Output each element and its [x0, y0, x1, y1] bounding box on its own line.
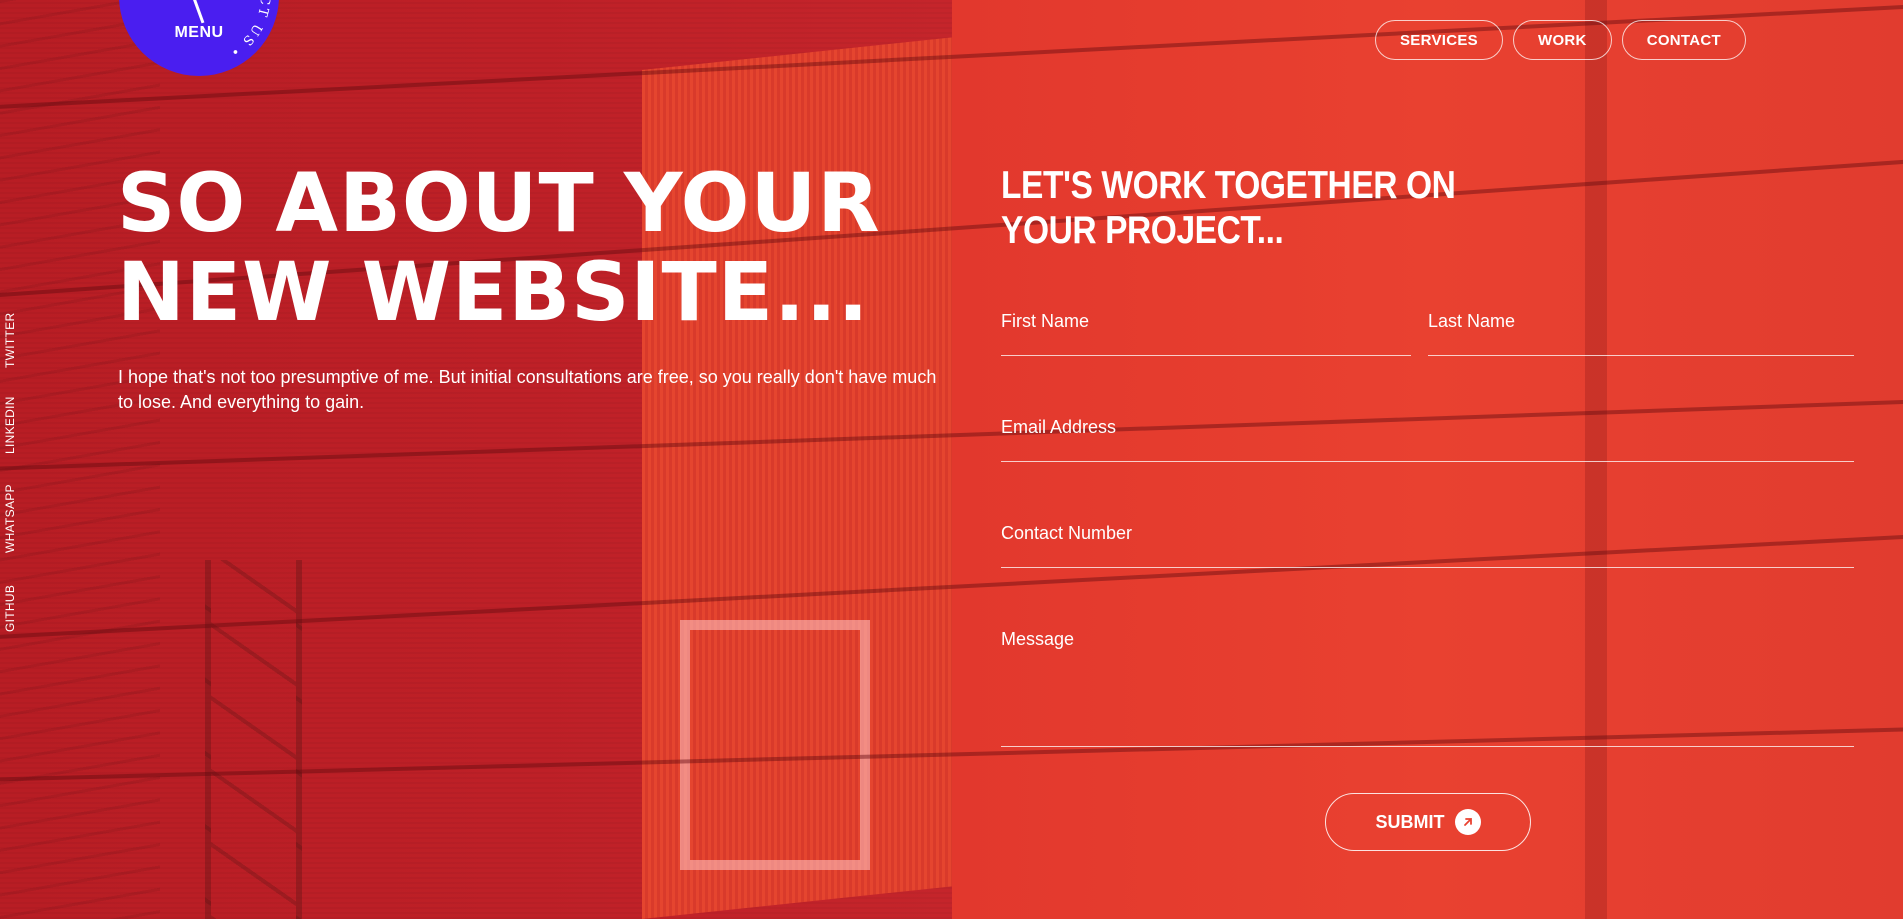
form-title-line-2: YOUR PROJECT... [1001, 209, 1284, 252]
last-name-placeholder: Last Name [1428, 311, 1516, 331]
submit-button[interactable]: SUBMIT [1325, 793, 1531, 851]
hero-title: SO ABOUT YOUR NEW WEBSITE... [117, 160, 947, 338]
hero-title-line-2: NEW WEBSITE... [117, 246, 870, 340]
first-name-placeholder: First Name [1001, 311, 1090, 331]
social-github-link[interactable]: GITHUB [3, 585, 17, 632]
hero-title-line-1: SO ABOUT YOUR [117, 157, 881, 251]
contact-number-field[interactable]: Contact Number [1001, 523, 1854, 568]
top-nav: SERVICES WORK CONTACT [1374, 20, 1746, 60]
hero-body: I hope that's not too presumptive of me.… [118, 367, 937, 412]
first-name-field[interactable]: First Name [1001, 311, 1411, 356]
social-linkedin-link[interactable]: LINKEDIN [3, 396, 17, 454]
arrow-up-right-icon [1454, 809, 1481, 835]
last-name-field[interactable]: Last Name [1428, 311, 1854, 356]
background-sign-glyph [680, 620, 870, 870]
email-field[interactable]: Email Address [1001, 417, 1854, 462]
contact-number-placeholder: Contact Number [1001, 523, 1133, 543]
social-whatsapp-link[interactable]: WHATSAPP [3, 484, 17, 553]
background-truss [205, 560, 302, 919]
nav-services[interactable]: SERVICES [1374, 20, 1503, 60]
email-placeholder: Email Address [1001, 417, 1117, 437]
submit-label: SUBMIT [1375, 811, 1445, 832]
nav-work[interactable]: WORK [1512, 20, 1612, 60]
message-field[interactable]: Message [1001, 629, 1854, 747]
message-placeholder: Message [1001, 629, 1075, 649]
background-building-stripes [0, 0, 160, 919]
form-title: LET'S WORK TOGETHER ON YOUR PROJECT... [1001, 163, 1456, 253]
nav-contact[interactable]: CONTACT [1621, 20, 1746, 60]
menu-label: MENU [174, 24, 224, 41]
form-title-line-1: LET'S WORK TOGETHER ON [1001, 164, 1456, 207]
social-twitter-link[interactable]: TWITTER [3, 313, 17, 368]
menu-button[interactable]: CONTACT US • CONTACT US • MENU [119, 0, 279, 76]
